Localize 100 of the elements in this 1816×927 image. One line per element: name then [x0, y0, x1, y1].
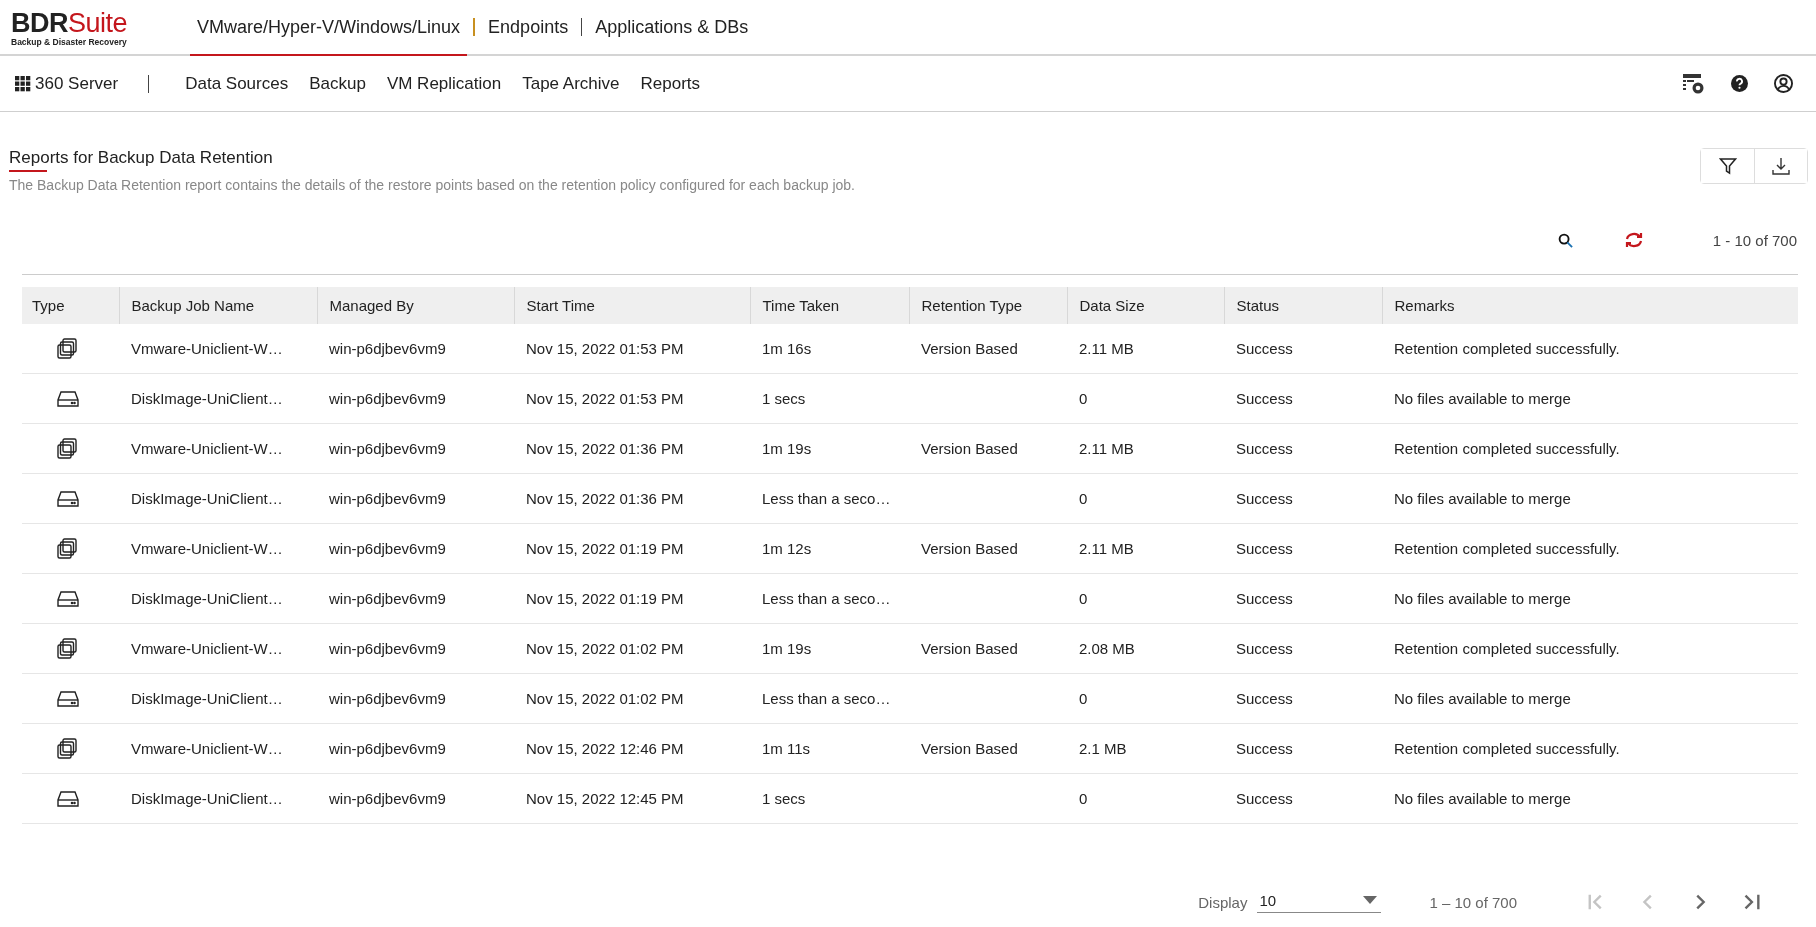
table-cell: Success [1236, 690, 1293, 707]
column-header[interactable]: Managed By [317, 287, 514, 324]
table-cell: Success [1236, 340, 1293, 357]
column-header[interactable]: Backup Job Name [119, 287, 317, 324]
table-cell: 1m 19s [762, 440, 812, 457]
table-cell: 1m 19s [762, 640, 812, 657]
table-cell: 2.1 MB [1079, 740, 1127, 757]
table-cell: Vmware-Uniclient-W… [131, 740, 283, 757]
table-cell: No files available to merge [1394, 390, 1571, 407]
user-account-icon[interactable] [1774, 74, 1793, 93]
table-cell: Less than a seco… [762, 490, 891, 507]
table-cell: Retention completed successfully. [1394, 740, 1620, 757]
table-cell: DiskImage-UniClient… [131, 490, 283, 507]
table-cell: DiskImage-UniClient… [131, 390, 283, 407]
table-cell: Nov 15, 2022 01:36 PM [526, 440, 684, 457]
server-settings-icon[interactable] [1682, 72, 1705, 95]
table-cell: Vmware-Uniclient-W… [131, 440, 283, 457]
product-tab[interactable]: Applications & DBs [588, 0, 756, 56]
column-header[interactable]: Remarks [1382, 287, 1798, 324]
table-cell: Success [1236, 540, 1293, 557]
table-cell: 0 [1079, 490, 1088, 507]
column-header[interactable]: Data Size [1067, 287, 1224, 324]
stacked-squares-icon [56, 337, 78, 360]
nav-link[interactable]: VM Replication [386, 73, 502, 94]
table-cell: No files available to merge [1394, 490, 1571, 507]
stacked-squares-icon [56, 537, 78, 560]
table-cell: Success [1236, 740, 1293, 757]
table-cell: 2.11 MB [1079, 540, 1134, 557]
column-header[interactable]: Status [1224, 287, 1382, 324]
table-cell: Version Based [921, 540, 1018, 557]
column-header[interactable]: Time Taken [750, 287, 909, 324]
table-cell: win-p6djbev6vm9 [329, 640, 446, 657]
table-cell: DiskImage-UniClient… [131, 690, 283, 707]
page-size-dropdown[interactable]: 10 [1257, 891, 1382, 913]
table-cell: 0 [1079, 790, 1088, 807]
app-grid-icon[interactable] [15, 75, 31, 92]
caret-icon [1363, 896, 1378, 904]
stacked-squares-icon [56, 637, 78, 660]
table-cell: win-p6djbev6vm9 [329, 540, 446, 557]
table-cell: win-p6djbev6vm9 [329, 590, 446, 607]
table-cell: Vmware-Uniclient-W… [131, 640, 283, 657]
search-icon[interactable] [1557, 232, 1573, 248]
table-cell: win-p6djbev6vm9 [329, 490, 446, 507]
table-cell: DiskImage-UniClient… [131, 790, 283, 807]
display-label: Display [1198, 893, 1248, 911]
table-cell: 1m 12s [762, 540, 812, 557]
hard-drive-icon [56, 789, 80, 808]
table-cell: Vmware-Uniclient-W… [131, 340, 283, 357]
table-cell: Nov 15, 2022 12:45 PM [526, 790, 684, 807]
server-label[interactable]: 360 Server [35, 73, 119, 94]
nav-link[interactable]: Backup [309, 73, 366, 94]
table-cell: Version Based [921, 640, 1018, 657]
table-cell: Success [1236, 440, 1293, 457]
table-cell: Nov 15, 2022 01:53 PM [526, 340, 684, 357]
table-cell: Success [1236, 390, 1293, 407]
table-cell: Less than a seco… [762, 590, 891, 607]
table-cell: Nov 15, 2022 01:36 PM [526, 490, 684, 507]
nav-link[interactable]: Reports [640, 73, 701, 94]
table-cell: Success [1236, 590, 1293, 607]
page-title: Reports for Backup Data Retention [9, 148, 273, 169]
table-cell: 0 [1079, 690, 1088, 707]
stacked-squares-icon [56, 737, 78, 760]
table-cell: 1 secs [762, 790, 806, 807]
page-range: 1 – 10 of 700 [1429, 893, 1517, 911]
logo-tagline: Backup & Disaster Recovery [11, 37, 128, 47]
hard-drive-icon [56, 389, 80, 408]
nav-link[interactable]: Tape Archive [522, 73, 620, 94]
table-cell: Retention completed successfully. [1394, 440, 1620, 457]
table-cell: win-p6djbev6vm9 [329, 690, 446, 707]
product-tab[interactable]: Endpoints [481, 0, 576, 56]
table-cell: win-p6djbev6vm9 [329, 440, 446, 457]
table-cell: Retention completed successfully. [1394, 540, 1620, 557]
column-header[interactable]: Type [22, 287, 119, 324]
hard-drive-icon [56, 589, 80, 608]
table-cell: 0 [1079, 590, 1088, 607]
record-range: 1 - 10 of 700 [1712, 231, 1797, 249]
table-cell: Nov 15, 2022 01:53 PM [526, 390, 684, 407]
download-button[interactable] [1754, 149, 1807, 183]
table-cell: Nov 15, 2022 01:19 PM [526, 590, 684, 607]
column-header[interactable]: Retention Type [909, 287, 1067, 324]
table-cell: Version Based [921, 440, 1018, 457]
table-cell: win-p6djbev6vm9 [329, 340, 446, 357]
product-tab[interactable]: VMware/Hyper-V/Windows/Linux [190, 0, 468, 56]
table-cell: Nov 15, 2022 12:46 PM [526, 740, 684, 757]
column-header[interactable]: Start Time [514, 287, 750, 324]
table-cell: Retention completed successfully. [1394, 640, 1620, 657]
table-cell: Version Based [921, 340, 1018, 357]
download-icon [1772, 157, 1790, 175]
hard-drive-icon [56, 489, 80, 508]
table-cell: 2.11 MB [1079, 340, 1134, 357]
table-cell: Version Based [921, 740, 1018, 757]
table-cell: Vmware-Uniclient-W… [131, 540, 283, 557]
table-cell: 1 secs [762, 390, 806, 407]
help-icon[interactable] [1731, 75, 1748, 92]
table-cell: win-p6djbev6vm9 [329, 740, 446, 757]
table-cell: 2.08 MB [1079, 640, 1135, 657]
nav-link[interactable]: Data Sources [185, 73, 289, 94]
table-cell: 1m 11s [762, 740, 811, 757]
table-cell: 0 [1079, 390, 1088, 407]
table-cell: win-p6djbev6vm9 [329, 390, 446, 407]
